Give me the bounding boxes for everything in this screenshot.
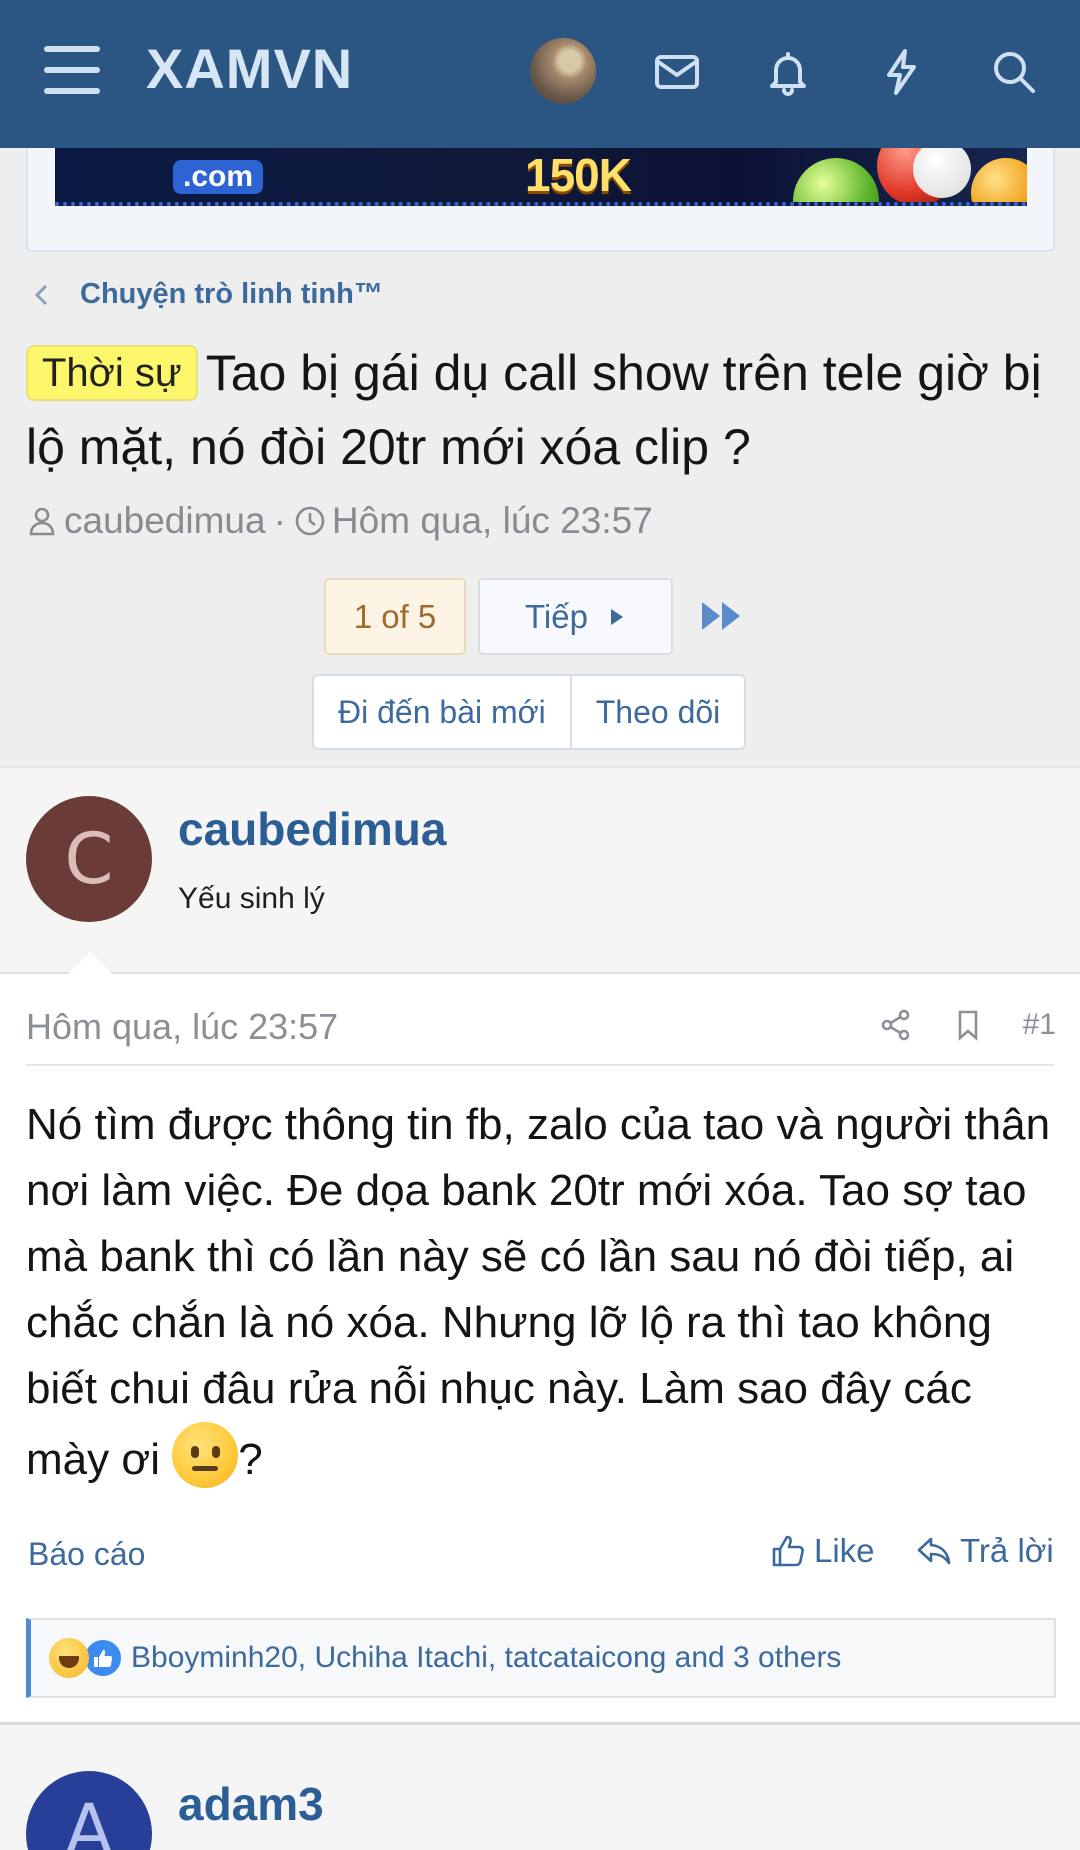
thread-action-buttons: Đi đến bài mới Theo dõi: [312, 674, 747, 750]
envelope-icon[interactable]: [645, 40, 709, 104]
report-button[interactable]: Báo cáo: [28, 1536, 145, 1573]
post-number[interactable]: #1: [1023, 1008, 1056, 1042]
post-body-end: ?: [238, 1435, 263, 1484]
post-username[interactable]: adam3: [178, 1777, 324, 1831]
thread-meta: caubedimua · Hôm qua, lúc 23:57: [26, 500, 653, 542]
next-page-label: Tiếp: [525, 597, 588, 635]
user-pointer-arrow: [68, 952, 112, 974]
like-reaction-icon: [83, 1638, 123, 1678]
post-body: Nó tìm được thông tin fb, zalo của tao v…: [26, 1092, 1056, 1493]
next-post: A adam3: [0, 1722, 1080, 1850]
bookmark-icon[interactable]: [951, 1008, 985, 1042]
reactions-bar[interactable]: Bboyminh20, Uchiha Itachi, tatcataicong …: [26, 1618, 1056, 1698]
user-title: Yếu sinh lý: [178, 882, 325, 915]
follow-button[interactable]: Theo dõi: [569, 676, 745, 748]
user-avatar[interactable]: [530, 38, 596, 104]
meta-separator: ·: [273, 500, 286, 541]
post-date[interactable]: Hôm qua, lúc 23:57: [26, 1006, 338, 1048]
user-icon: [29, 507, 55, 536]
top-navigation-bar: XAMVN: [0, 0, 1080, 148]
reply-icon: [917, 1537, 951, 1565]
caret-right-icon: [610, 608, 623, 625]
reply-label: Trả lời: [960, 1532, 1054, 1569]
like-button[interactable]: Like: [770, 1532, 875, 1570]
bell-icon[interactable]: [756, 40, 820, 104]
chevron-left-icon: [34, 284, 48, 305]
reaction-icons: [49, 1638, 123, 1678]
ad-amount-text: 150K: [525, 149, 632, 201]
search-icon[interactable]: [982, 40, 1046, 104]
neutral-face-emoji-icon: [172, 1422, 239, 1488]
share-icon[interactable]: [879, 1008, 913, 1042]
divider: [0, 972, 1080, 974]
clock-icon: [295, 506, 325, 536]
post: C caubedimua Yếu sinh lý Hôm qua, lúc 23…: [0, 766, 1080, 1728]
divider: [26, 1064, 1054, 1066]
last-page-icon[interactable]: [700, 598, 744, 634]
avatar[interactable]: A: [26, 1771, 152, 1850]
ad-ball-white: [913, 148, 971, 198]
thread-author[interactable]: caubedimua: [64, 500, 266, 542]
ad-banner[interactable]: .com 150K: [55, 148, 1027, 206]
like-label: Like: [814, 1532, 875, 1569]
lightning-icon[interactable]: [869, 40, 933, 104]
ad-ball-green: [793, 158, 879, 202]
page-indicator[interactable]: 1 of 5: [324, 578, 466, 655]
breadcrumb[interactable]: Chuyện trò linh tinh™: [28, 278, 383, 311]
ad-dotcom-text: .com: [173, 160, 264, 194]
goto-new-post-button[interactable]: Đi đến bài mới: [314, 676, 570, 748]
post-body-text: Nó tìm được thông tin fb, zalo của tao v…: [26, 1100, 1051, 1484]
site-logo[interactable]: XAMVN: [146, 36, 353, 101]
post-username[interactable]: caubedimua: [178, 802, 446, 856]
post-user-block: C caubedimua Yếu sinh lý: [0, 768, 1080, 972]
post-tools: #1: [879, 1008, 1056, 1042]
thread-date[interactable]: Hôm qua, lúc 23:57: [332, 500, 653, 542]
menu-icon[interactable]: [44, 46, 100, 94]
thumbs-up-icon: [772, 1535, 804, 1567]
haha-reaction-icon: [49, 1638, 89, 1678]
reactions-text: Bboyminh20, Uchiha Itachi, tatcataicong …: [131, 1641, 842, 1674]
thread-title: Thời sự Tao bị gái dụ call show trên tele…: [26, 336, 1056, 484]
next-page-button[interactable]: Tiếp: [478, 578, 673, 655]
reply-button[interactable]: Trả lời: [916, 1532, 1054, 1570]
ad-ball-orange: [971, 158, 1027, 202]
thread-prefix-tag[interactable]: Thời sự: [26, 345, 198, 401]
avatar[interactable]: C: [26, 796, 152, 922]
breadcrumb-label: Chuyện trò linh tinh™: [80, 278, 383, 310]
